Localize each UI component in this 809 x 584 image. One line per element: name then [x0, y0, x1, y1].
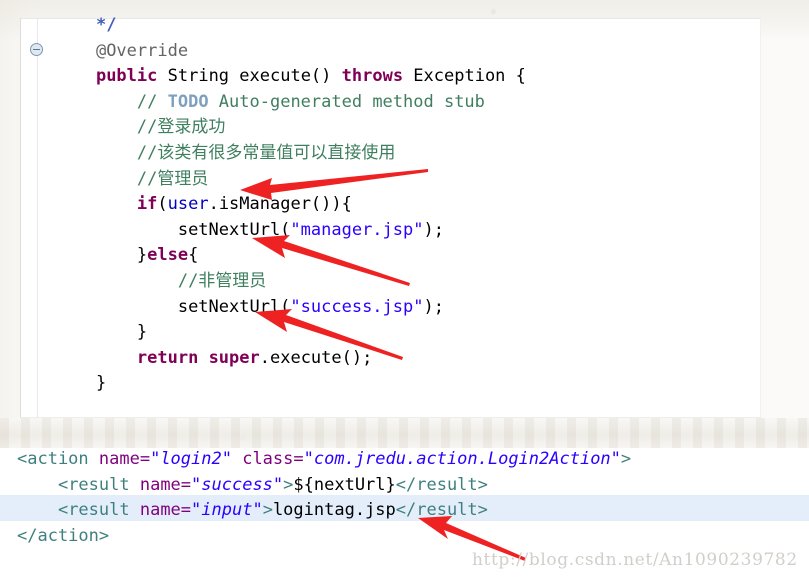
code-token: user — [167, 194, 209, 215]
code-token: public — [95, 66, 158, 87]
code-token: return — [136, 347, 199, 368]
code-token: ); — [423, 219, 444, 240]
code-line: */ — [55, 13, 526, 39]
java-code-text[interactable]: */ @Override public String execute() thr… — [55, 13, 526, 397]
code-line: <action name="login2" class="com.jredu.a… — [17, 447, 631, 473]
code-line: //管理员 — [55, 167, 526, 193]
code-token: > — [283, 474, 294, 495]
code-token: //登录成功 — [136, 117, 226, 138]
code-token: ${nextUrl} — [293, 474, 396, 495]
code-token: execute() — [229, 66, 342, 87]
code-token: //非管理员 — [177, 270, 267, 291]
watermark-url: http://blog.csdn.net/An1090239782 — [472, 550, 798, 570]
code-token: // — [136, 91, 168, 112]
code-line: @Override — [55, 39, 526, 65]
code-line: } — [55, 371, 526, 397]
code-token: name= — [98, 449, 151, 469]
code-line: setNextUrl("manager.jsp"); — [55, 218, 526, 244]
code-token: <result — [57, 500, 140, 521]
code-line: // TODO Auto-generated method stub — [55, 90, 526, 116]
code-token: > — [262, 500, 273, 521]
code-token: } — [136, 322, 148, 343]
code-token: else — [147, 245, 189, 266]
code-token: <result — [57, 474, 140, 495]
code-token: name= — [139, 500, 192, 521]
code-token: "manager.jsp" — [290, 219, 424, 240]
code-token: class= — [231, 449, 304, 469]
code-line: setNextUrl("success.jsp"); — [55, 295, 526, 321]
code-token: "success" — [191, 474, 284, 495]
code-token: ); — [423, 296, 444, 317]
code-token: Exception { — [403, 66, 526, 87]
code-token: */ — [95, 15, 117, 35]
code-token: "com.jredu.action.Login2Action" — [303, 449, 621, 469]
xml-code-text[interactable]: <action name="login2" class="com.jredu.a… — [17, 447, 631, 549]
code-token: @Override — [95, 40, 189, 61]
code-token: "input" — [191, 500, 263, 521]
code-token: String — [167, 66, 230, 87]
code-token: "success.jsp" — [290, 296, 424, 317]
code-token: super — [208, 347, 260, 368]
code-token: > — [620, 449, 632, 469]
code-token: ( — [157, 194, 168, 215]
code-line: } — [55, 320, 526, 346]
code-token: </action> — [17, 525, 110, 546]
code-line: return super.execute(); — [55, 346, 526, 372]
code-token: Auto-generated method stub — [208, 91, 485, 112]
code-token: } — [95, 373, 107, 394]
editor-gutter[interactable] — [21, 19, 43, 417]
collapse-icon[interactable] — [30, 43, 43, 56]
screenshot-root: */ @Override public String execute() thr… — [0, 0, 809, 584]
code-token: <action — [17, 449, 99, 469]
code-token: } — [136, 245, 148, 266]
code-token: setNextUrl( — [177, 219, 291, 240]
code-token: </result> — [395, 500, 488, 521]
code-line: //该类有很多常量值可以直接使用 — [55, 141, 526, 167]
java-editor-panel[interactable]: */ @Override public String execute() thr… — [20, 15, 761, 418]
code-line: if(user.isManager()){ — [55, 192, 526, 218]
code-token: </result> — [395, 474, 488, 495]
code-line: <result name="success">${nextUrl}</resul… — [17, 473, 631, 499]
code-line: <result name="input">logintag.jsp</resul… — [17, 498, 631, 524]
code-token: TODO — [167, 91, 209, 112]
code-line: }else{ — [55, 243, 526, 269]
code-token: "login2" — [150, 449, 232, 469]
code-line: //登录成功 — [55, 115, 526, 141]
code-token: throws — [341, 66, 404, 87]
code-token: //该类有很多常量值可以直接使用 — [136, 142, 396, 163]
code-line: public String execute() throws Exception… — [55, 64, 526, 90]
code-token: //管理员 — [136, 168, 209, 189]
code-line: </action> — [17, 524, 631, 550]
code-token: setNextUrl( — [177, 296, 291, 317]
code-token: .isManager()){ — [208, 194, 352, 215]
code-token: logintag.jsp — [272, 500, 396, 521]
code-token: .execute(); — [259, 347, 373, 368]
code-line: //非管理员 — [55, 269, 526, 295]
code-token: name= — [139, 474, 192, 495]
code-token: if — [136, 194, 158, 215]
code-token: { — [188, 245, 199, 266]
